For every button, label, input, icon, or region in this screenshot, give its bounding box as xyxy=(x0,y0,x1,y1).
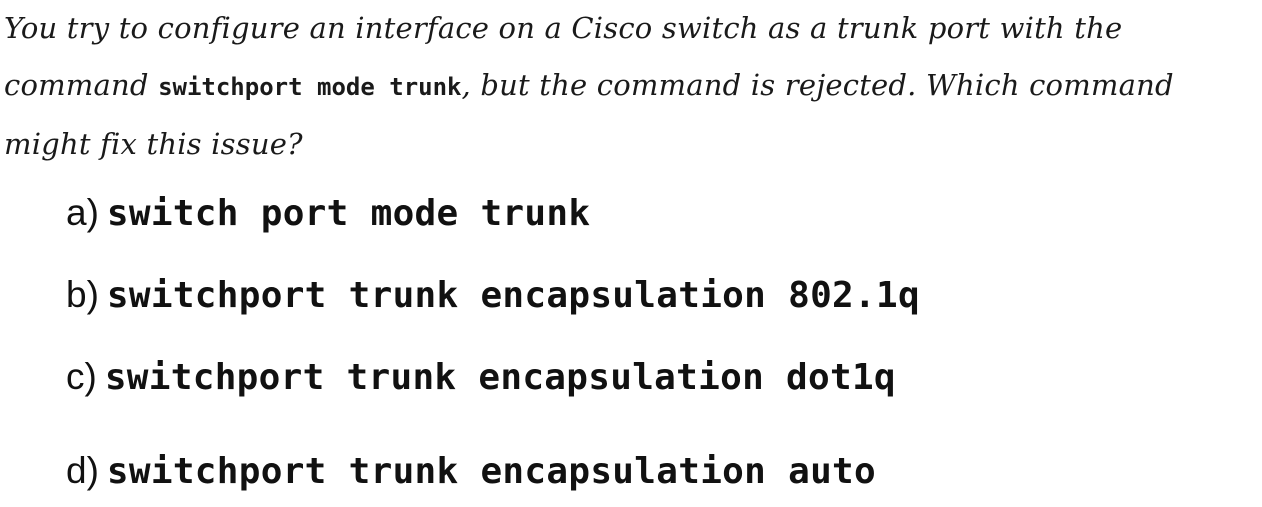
answer-option-d[interactable]: d) switchport trunk encapsulation auto xyxy=(66,450,876,492)
option-command: switchport trunk encapsulation dot1q xyxy=(104,357,896,398)
option-command: switchport trunk encapsulation 802.1q xyxy=(106,275,920,316)
answer-option-b[interactable]: b) switchport trunk encapsulation 802.1q xyxy=(66,274,920,316)
option-command: switch port mode trunk xyxy=(106,193,591,234)
question-text: You try to configure an interface on a C… xyxy=(4,0,1258,173)
option-letter: d) xyxy=(66,450,99,491)
answer-option-a[interactable]: a) switch port mode trunk xyxy=(66,192,590,234)
answer-option-c[interactable]: c) switchport trunk encapsulation dot1q xyxy=(66,356,896,398)
option-letter: b) xyxy=(66,274,99,315)
option-letter: c) xyxy=(66,356,97,397)
option-command: switchport trunk encapsulation auto xyxy=(106,451,876,492)
question-command: switchport mode trunk xyxy=(158,73,462,101)
option-letter: a) xyxy=(66,192,99,233)
